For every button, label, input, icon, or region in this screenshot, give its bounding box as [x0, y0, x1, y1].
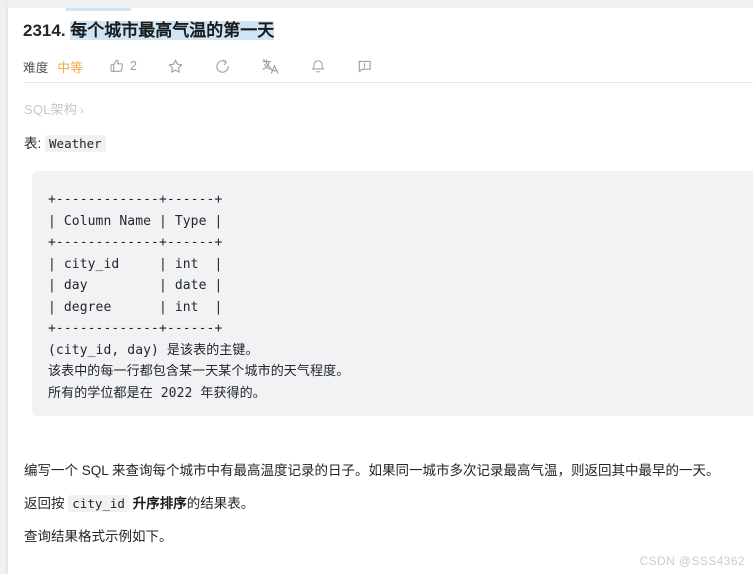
translate-icon — [261, 58, 280, 75]
problem-meta-toolbar: 难度 中等 2 — [23, 55, 373, 77]
problem-content-panel: 2314. 每个城市最高气温的第一天 难度 中等 2 SQL架构 › 表: We… — [8, 8, 753, 574]
problem-number: 2314. — [23, 21, 66, 40]
star-icon — [167, 58, 184, 75]
paragraph-2-suffix: 的结果表。 — [186, 496, 255, 511]
share-icon — [214, 58, 231, 75]
page-title: 2314. 每个城市最高气温的第一天 — [23, 19, 275, 43]
header-divider — [24, 82, 753, 83]
translate-button[interactable] — [261, 58, 280, 75]
order-column-code: city_id — [68, 495, 129, 512]
page-root: 2314. 每个城市最高气温的第一天 难度 中等 2 SQL架构 › 表: We… — [0, 0, 753, 574]
bell-icon — [310, 58, 326, 75]
thumbs-up-icon — [109, 58, 125, 74]
description-paragraph-3: 查询结果格式示例如下。 — [24, 529, 173, 544]
table-caption-prefix: 表: — [24, 136, 42, 151]
table-name-code: Weather — [45, 135, 106, 152]
difficulty-badge: 中等 — [57, 60, 84, 75]
window-top-band — [0, 0, 753, 8]
feedback-button[interactable] — [356, 58, 373, 75]
problem-title-text: 每个城市最高气温的第一天 — [70, 21, 275, 40]
sql-schema-breadcrumb[interactable]: SQL架构 › — [24, 99, 84, 118]
description-paragraph-2: 返回按 city_id 升序排序的结果表。 — [24, 493, 749, 515]
comment-icon — [356, 58, 373, 75]
difficulty-label: 难度 — [23, 60, 49, 75]
selection-sliver — [66, 8, 131, 11]
share-button[interactable] — [214, 58, 231, 75]
notification-button[interactable] — [310, 58, 326, 75]
table-caption: 表: Weather — [24, 134, 106, 154]
chevron-right-icon: › — [80, 105, 84, 117]
description-paragraph-1: 编写一个 SQL 来查询每个城市中有最高温度记录的日子。如果同一城市多次记录最高… — [24, 463, 720, 478]
paragraph-2-prefix: 返回按 — [24, 496, 65, 511]
sql-schema-label: SQL架构 — [24, 102, 78, 117]
like-count: 2 — [130, 59, 137, 73]
watermark: CSDN @SSS4362 — [639, 554, 745, 568]
schema-code-text: +-------------+------+ | Column Name | T… — [48, 192, 350, 401]
favorite-button[interactable] — [167, 58, 184, 75]
like-button[interactable]: 2 — [109, 58, 137, 74]
schema-code-block: +-------------+------+ | Column Name | T… — [32, 171, 753, 416]
order-direction-bold: 升序排序 — [132, 496, 187, 511]
window-left-rail — [0, 0, 7, 574]
